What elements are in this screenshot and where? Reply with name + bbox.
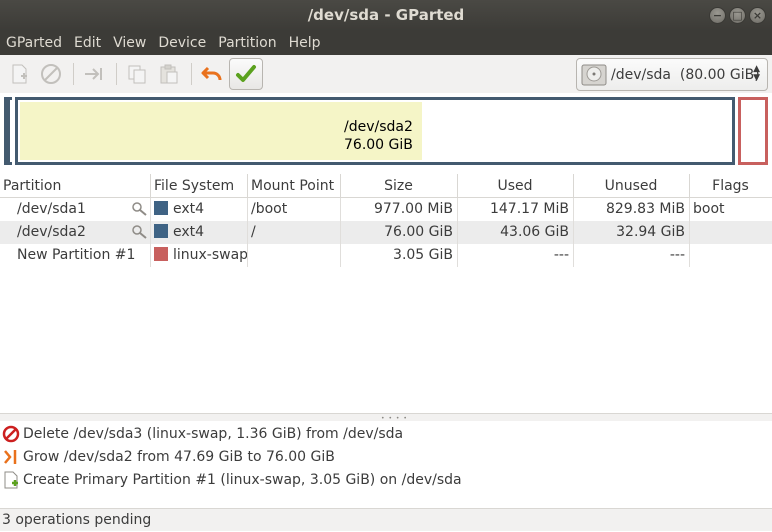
table-row[interactable]: New Partition #1 linux-swap 3.05 GiB ---…	[0, 244, 772, 267]
flags-value	[690, 244, 772, 267]
window-controls: − □ ×	[709, 7, 766, 24]
disk-segment-name: /dev/sda2	[344, 119, 413, 135]
operation-text: Grow /dev/sda2 from 47.69 GiB to 76.00 G…	[23, 448, 335, 465]
filesystem-label: ext4	[173, 201, 205, 217]
unused-value: 32.94 GiB	[574, 221, 690, 244]
new-partition-icon	[12, 64, 27, 84]
partition-name: /dev/sda2	[17, 224, 86, 240]
pane-resize-handle[interactable]: • • • •	[0, 413, 772, 422]
used-value: ---	[458, 244, 574, 267]
mount-point: /boot	[248, 198, 341, 221]
menu-gparted[interactable]: GParted	[0, 31, 68, 55]
table-row[interactable]: /dev/sda1 ext4 /boot 977.00 MiB 147.17 M…	[0, 198, 772, 221]
delete-partition-button[interactable]	[36, 59, 66, 89]
partition-table: Partition File System Mount Point Size U…	[0, 174, 772, 267]
size-value: 76.00 GiB	[341, 221, 458, 244]
menu-device[interactable]: Device	[152, 31, 212, 55]
used-value: 43.06 GiB	[458, 221, 574, 244]
new-partition-button[interactable]	[4, 59, 34, 89]
partition-name: New Partition #1	[17, 247, 136, 263]
hard-disk-icon	[581, 64, 607, 85]
menu-view[interactable]: View	[107, 31, 152, 55]
menu-edit[interactable]: Edit	[68, 31, 107, 55]
chevron-updown-icon: ▲ ▼	[753, 64, 760, 83]
operation-item[interactable]: Create Primary Partition #1 (linux-swap,…	[0, 468, 772, 491]
mount-point	[248, 244, 341, 267]
key-icon	[132, 225, 147, 239]
size-value: 977.00 MiB	[341, 198, 458, 221]
operations-list: Delete /dev/sda3 (linux-swap, 1.36 GiB) …	[0, 422, 772, 508]
paste-icon	[160, 64, 178, 84]
disk-segment-sda1-inner	[7, 97, 10, 165]
disk-segment-swap[interactable]	[738, 97, 768, 165]
copy-button[interactable]	[122, 59, 152, 89]
maximize-button[interactable]: □	[729, 7, 746, 24]
filesystem-color-swatch	[154, 224, 168, 238]
disk-map: /dev/sda2 76.00 GiB	[0, 93, 772, 173]
used-value: 147.17 MiB	[458, 198, 574, 221]
grip-dots-icon: • • • •	[381, 415, 408, 422]
operation-text: Create Primary Partition #1 (linux-swap,…	[23, 471, 462, 488]
undo-button[interactable]	[197, 59, 227, 89]
disk-segment-label: /dev/sda2 76.00 GiB	[344, 118, 413, 154]
flags-value	[690, 221, 772, 244]
partition-name: /dev/sda1	[17, 201, 86, 217]
undo-icon	[201, 66, 222, 81]
status-bar: 3 operations pending	[0, 508, 772, 531]
no-entry-icon	[41, 64, 61, 84]
title-bar: /dev/sda - GParted − □ ×	[0, 0, 772, 31]
resize-move-button[interactable]	[79, 59, 109, 89]
checkmark-icon	[236, 65, 256, 82]
filesystem-label: linux-swap	[173, 247, 248, 263]
minimize-button[interactable]: −	[709, 7, 726, 24]
mount-point: /	[248, 221, 341, 244]
key-icon	[132, 202, 147, 216]
paste-button[interactable]	[154, 59, 184, 89]
toolbar-separator	[116, 63, 117, 85]
close-button[interactable]: ×	[749, 7, 766, 24]
disk-segment-sda2[interactable]: /dev/sda2 76.00 GiB	[15, 97, 735, 165]
unused-value: 829.83 MiB	[574, 198, 690, 221]
column-header-size[interactable]: Size	[341, 174, 458, 197]
toolbar: /dev/sda (80.00 GiB) ▲ ▼	[0, 55, 772, 93]
toolbar-separator	[73, 63, 74, 85]
table-row[interactable]: /dev/sda2 ext4 / 76.00 GiB 43.06 GiB 32.…	[0, 221, 772, 244]
grow-icon	[2, 448, 20, 466]
operation-item[interactable]: Grow /dev/sda2 from 47.69 GiB to 76.00 G…	[0, 445, 772, 468]
window-title: /dev/sda - GParted	[307, 6, 465, 24]
resize-icon	[85, 68, 102, 80]
device-label: /dev/sda (80.00 GiB)	[611, 66, 760, 83]
column-header-mount-point[interactable]: Mount Point	[248, 174, 341, 197]
device-selector[interactable]: /dev/sda (80.00 GiB) ▲ ▼	[576, 58, 768, 91]
apply-button[interactable]	[229, 58, 263, 90]
unused-value: ---	[574, 244, 690, 267]
column-header-flags[interactable]: Flags	[690, 174, 772, 197]
flags-value: boot	[693, 201, 725, 217]
create-icon	[2, 471, 20, 489]
size-value: 3.05 GiB	[341, 244, 458, 267]
operation-item[interactable]: Delete /dev/sda3 (linux-swap, 1.36 GiB) …	[0, 422, 772, 445]
status-text: 3 operations pending	[2, 512, 152, 528]
menu-partition[interactable]: Partition	[212, 31, 282, 55]
table-header: Partition File System Mount Point Size U…	[0, 174, 772, 198]
menu-help[interactable]: Help	[283, 31, 327, 55]
operation-text: Delete /dev/sda3 (linux-swap, 1.36 GiB) …	[23, 425, 404, 442]
column-header-used[interactable]: Used	[458, 174, 574, 197]
toolbar-separator	[191, 63, 192, 85]
filesystem-color-swatch	[154, 247, 168, 261]
copy-icon	[128, 65, 146, 84]
filesystem-label: ext4	[173, 224, 205, 240]
column-header-filesystem[interactable]: File System	[151, 174, 248, 197]
column-header-unused[interactable]: Unused	[574, 174, 690, 197]
disk-segment-size: 76.00 GiB	[344, 137, 413, 153]
menu-bar: GParted Edit View Device Partition Help	[0, 31, 772, 55]
column-header-partition[interactable]: Partition	[0, 174, 151, 197]
delete-icon	[2, 425, 20, 443]
filesystem-color-swatch	[154, 201, 168, 215]
